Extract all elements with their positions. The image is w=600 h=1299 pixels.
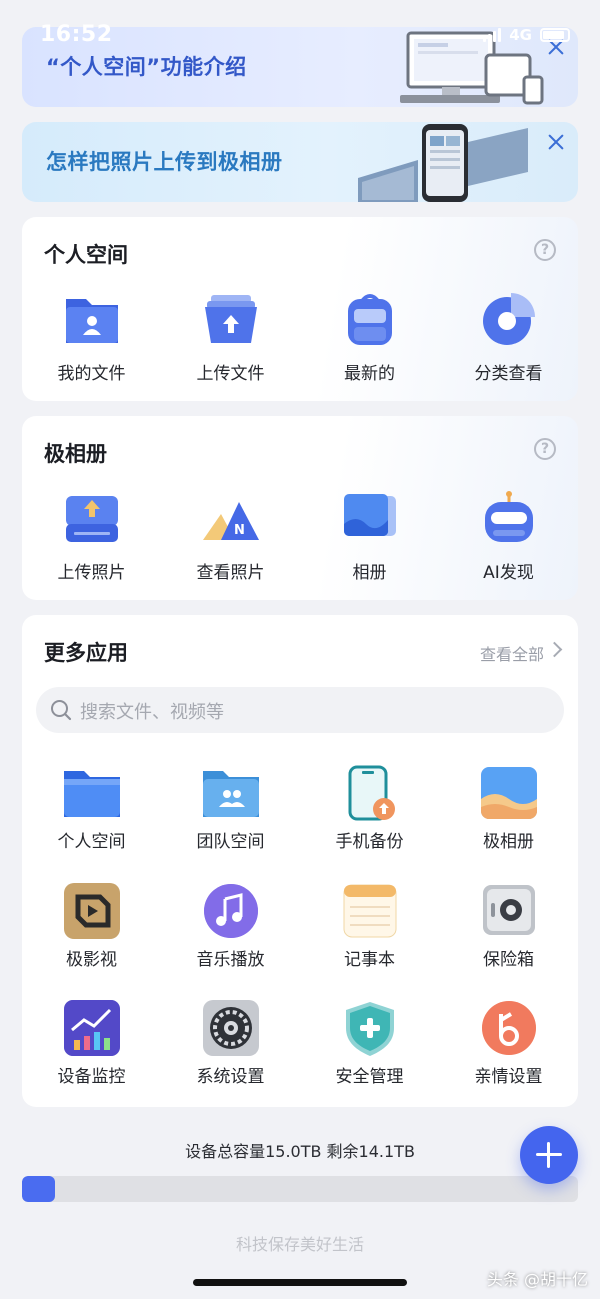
albums-button[interactable]: 相册 [300,490,439,583]
folder-icon [63,771,120,817]
app-personal-space[interactable]: 个人空间 [22,765,161,852]
slogan: 科技保存美好生活 [235,1235,364,1254]
robot-icon [484,491,533,542]
mountains-icon: N [202,502,259,540]
app-label: 个人空间 [57,832,126,852]
recent-button[interactable]: 最新的 [300,291,439,384]
item-label: 上传文件 [196,364,265,384]
family-icon [481,1001,536,1055]
app-system-settings[interactable]: 系统设置 [161,1000,300,1087]
album-grid: 上传照片 N 查看照片 相册 AI发现 [22,490,578,583]
storage-progress-bar [22,1176,578,1202]
item-label: 相册 [352,563,387,583]
music-icon [203,884,258,938]
banner-title: 怎样把照片上传到极相册 [46,150,283,174]
app-team-space[interactable]: 团队空间 [161,765,300,852]
app-photo-album[interactable]: 极相册 [439,765,578,852]
ai-discover-button[interactable]: AI发现 [439,490,578,583]
upload-photos-button[interactable]: 上传照片 [22,490,161,583]
apps-row: 个人空间 团队空间 手机备份 极相册 [22,765,578,852]
upload-files-button[interactable]: 上传文件 [161,291,300,384]
apps-row: 设备监控 系统设置 安全管理 亲情设置 [22,1000,578,1087]
personal-space-card: 个人空间 ? 我的文件 上传文件 最新的 分类查看 [22,217,578,401]
video-cube-icon [63,883,120,939]
app-label: 极相册 [483,832,534,852]
monitor-chart-icon [63,1000,120,1056]
view-photos-button[interactable]: N 查看照片 [161,490,300,583]
settings-gear-icon [202,1000,259,1056]
item-label: AI发现 [483,563,534,583]
shield-icon [345,1002,394,1056]
app-label: 亲情设置 [474,1067,543,1087]
battery-icon [540,28,570,42]
question-icon[interactable]: ? [534,438,556,460]
app-label: 系统设置 [196,1067,265,1087]
upload-drive-icon [65,496,118,542]
search-icon [51,700,72,721]
section-title: 极相册 [44,442,107,466]
upload-box-icon [204,295,257,343]
status-time: 16:52 [40,22,113,47]
photo-stack-icon [343,494,396,537]
item-label: 我的文件 [57,364,126,384]
storage-summary: 设备总容量15.0TB 剩余14.1TB [185,1142,415,1161]
team-folder-icon [202,771,259,817]
section-title: 更多应用 [44,641,128,665]
app-safe[interactable]: 保险箱 [439,883,578,970]
app-video[interactable]: 极影视 [22,883,161,970]
album-card: 极相册 ? 上传照片 N 查看照片 相册 AI发现 [22,416,578,600]
photo-icon [480,767,537,819]
phones-illustration-icon [358,124,528,202]
see-all-link[interactable]: 查看全部 [480,641,544,665]
question-icon[interactable]: ? [534,239,556,261]
add-button[interactable] [520,1126,578,1184]
app-phone-backup[interactable]: 手机备份 [300,765,439,852]
close-icon[interactable] [546,132,566,152]
app-music[interactable]: 音乐播放 [161,883,300,970]
watermark: 头条 @胡十亿 [486,1270,588,1289]
app-label: 音乐播放 [196,950,265,970]
app-label: 手机备份 [335,832,404,852]
signal-icon [483,28,502,42]
personal-space-grid: 我的文件 上传文件 最新的 分类查看 [22,291,578,384]
item-label: 分类查看 [474,364,543,384]
app-notepad[interactable]: 记事本 [300,883,439,970]
categories-button[interactable]: 分类查看 [439,291,578,384]
phone-backup-icon [348,765,395,821]
app-label: 团队空间 [196,832,265,852]
app-label: 安全管理 [335,1067,404,1087]
app-security[interactable]: 安全管理 [300,1000,439,1087]
search-input[interactable]: 搜索文件、视频等 [36,687,564,733]
apps-row: 极影视 音乐播放 记事本 保险箱 [22,883,578,970]
item-label: 查看照片 [196,563,265,583]
app-family-settings[interactable]: 亲情设置 [439,1000,578,1087]
app-label: 极影视 [66,950,117,970]
more-apps-card: 更多应用 查看全部 搜索文件、视频等 个人空间 团队空间 手机备份 极相册 极影… [22,615,578,1107]
pie-chart-icon [482,293,535,345]
app-label: 记事本 [344,950,395,970]
storage-used-fill [22,1176,56,1202]
backpack-icon [347,294,392,345]
my-files-button[interactable]: 我的文件 [22,291,161,384]
app-label: 设备监控 [57,1067,126,1087]
status-indicators: 4G [483,26,570,44]
app-device-monitor[interactable]: 设备监控 [22,1000,161,1087]
item-label: 上传照片 [57,563,126,583]
notepad-icon [343,884,396,938]
item-label: 最新的 [344,364,395,384]
network-type: 4G [509,26,532,44]
section-title: 个人空间 [44,243,128,267]
svg-text:N: N [234,523,245,538]
upload-photos-guide-banner[interactable]: 怎样把照片上传到极相册 [22,122,578,202]
folder-user-icon [65,299,118,343]
app-label: 保险箱 [483,950,534,970]
safe-icon [482,885,535,935]
search-placeholder: 搜索文件、视频等 [80,702,224,723]
chevron-right-icon [546,641,563,658]
home-indicator[interactable] [193,1279,407,1286]
